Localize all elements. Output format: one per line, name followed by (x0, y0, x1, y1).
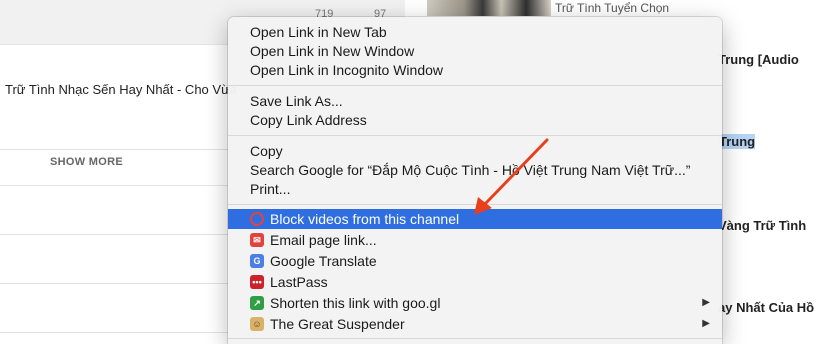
annotation-arrow (474, 138, 549, 215)
